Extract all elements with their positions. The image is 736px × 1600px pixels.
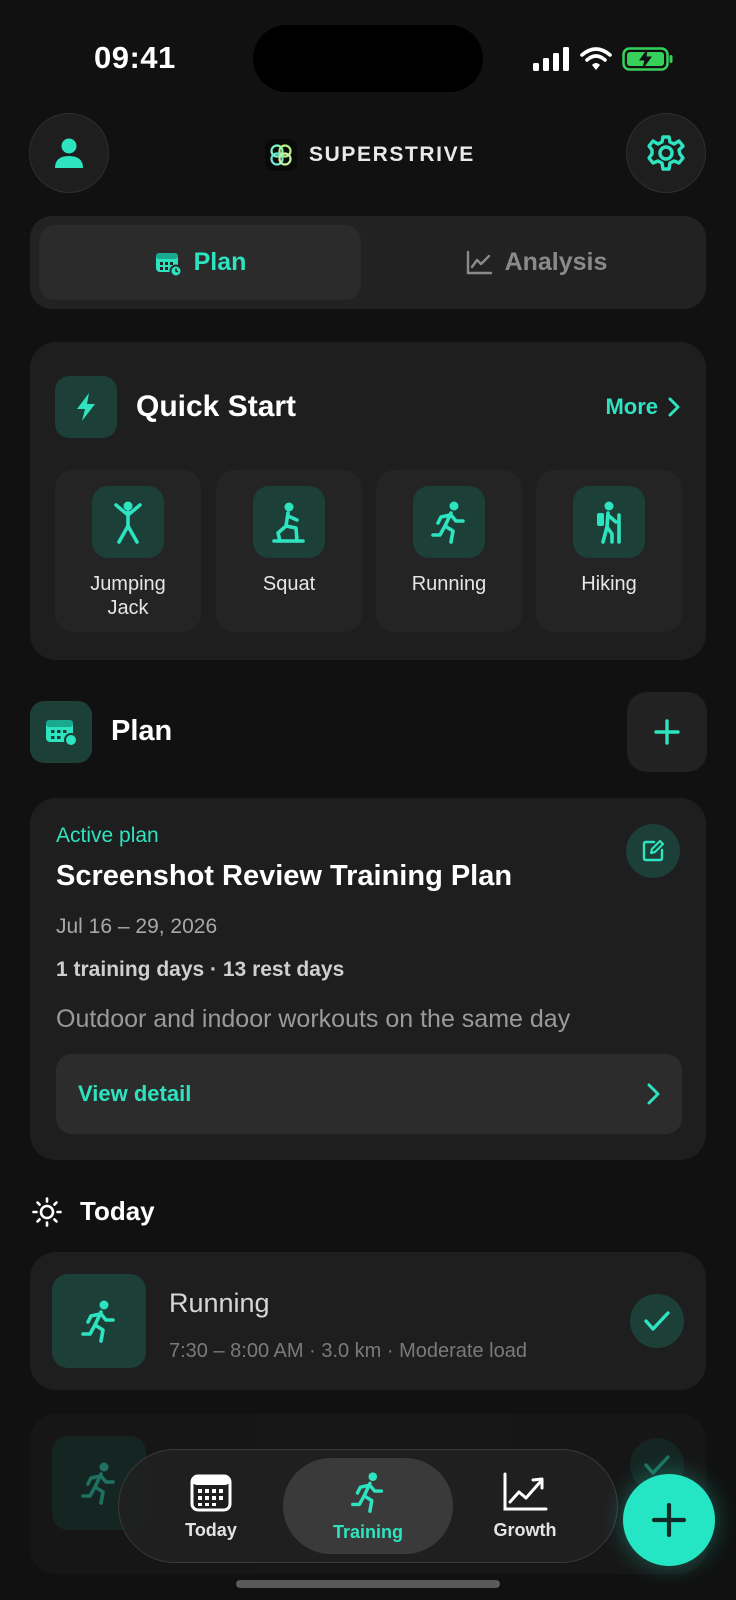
quick-start-title: Quick Start [136,390,297,423]
plan-stats: 1 training days · 13 rest days [56,958,345,981]
tab-analysis-label: Analysis [504,248,608,276]
plus-icon [651,1502,687,1538]
today-header: Today [32,1196,155,1227]
plan-dates: Jul 16 – 29, 2026 [56,915,218,938]
tab-plan[interactable]: Plan [39,225,361,300]
chevron-right-icon [647,1083,660,1105]
plan-title: Screenshot Review Training Plan [56,860,513,892]
lightning-icon [55,376,117,438]
edit-icon [642,839,665,862]
tab-growth[interactable]: Growth [447,1458,603,1554]
complete-checkbox[interactable] [630,1294,684,1348]
brand-name: SUPERSTRIVE [309,143,475,166]
tab-today-label: Today [185,1519,237,1540]
quick-start-hiking[interactable]: Hiking [536,470,682,632]
checkmark-icon [644,1311,670,1331]
profile-button[interactable] [29,113,109,193]
hiking-icon [573,486,645,558]
brand: SUPERSTRIVE [265,139,475,171]
superstrive-logo-icon [265,139,297,171]
add-plan-button[interactable] [627,692,707,772]
edit-plan-button[interactable] [626,824,680,878]
status-icons [532,46,674,72]
tile-label: Hiking [581,573,637,595]
settings-button[interactable] [626,113,706,193]
wifi-icon [580,47,612,70]
today-title: Today [80,1196,155,1226]
view-detail-button[interactable]: View detail [56,1054,682,1134]
growth-chart-icon [503,1472,548,1510]
squat-icon [253,486,325,558]
checkmark-icon [644,1455,670,1475]
calendar-icon [190,1474,232,1511]
line-chart-icon [466,250,492,274]
activity-meta: 7:30 – 8:00 AM · 3.0 km · Moderate load [169,1340,527,1362]
tab-analysis[interactable]: Analysis [375,225,697,300]
add-workout-button[interactable] [623,1474,715,1566]
view-detail-label: View detail [78,1081,192,1106]
cellular-signal-icon [533,47,569,71]
quick-start-jumping-jack[interactable]: Jumping Jack [55,470,201,632]
tab-training-label: Training [332,1521,403,1542]
active-plan-card: Active plan Screenshot Review Training P… [30,798,706,1160]
active-plan-tag: Active plan [56,824,159,847]
running-icon [350,1471,384,1513]
dynamic-island [253,25,483,92]
plus-icon [654,719,680,745]
more-label: More [605,394,658,419]
tab-plan-label: Plan [193,248,247,276]
tile-label: Running [411,573,487,595]
running-icon [52,1274,146,1368]
calendar-icon [155,252,182,277]
quick-start-squat[interactable]: Squat [216,470,362,632]
bottom-tab-bar: Today Training Growth [118,1449,618,1563]
chevron-right-icon [668,397,680,417]
running-icon [413,486,485,558]
battery-charging-icon [622,47,673,71]
tile-label: Squat [262,573,316,595]
tab-today[interactable]: Today [133,1458,289,1554]
activity-title: Running [169,1288,270,1318]
tile-label: Jumping Jack [90,573,166,619]
user-icon [55,138,83,168]
plan-section-title: Plan [111,715,173,747]
tab-growth-label: Growth [493,1519,557,1540]
sun-icon [32,1196,62,1227]
view-switcher: Plan Analysis [30,216,706,309]
activity-card-running[interactable]: Running 7:30 – 8:00 AM · 3.0 km · Modera… [30,1252,706,1390]
jumping-jack-icon [92,486,164,558]
status-time: 09:41 [94,40,176,75]
gear-icon [647,135,685,171]
tab-training[interactable]: Training [283,1458,453,1554]
plan-calendar-icon [30,701,92,763]
home-indicator [236,1580,500,1588]
plan-description: Outdoor and indoor workouts on the same … [56,1005,571,1033]
quick-start-card: Quick Start More Jumping Jack Squat Runn… [30,342,706,660]
more-button[interactable]: More [605,394,680,420]
quick-start-running[interactable]: Running [376,470,522,632]
